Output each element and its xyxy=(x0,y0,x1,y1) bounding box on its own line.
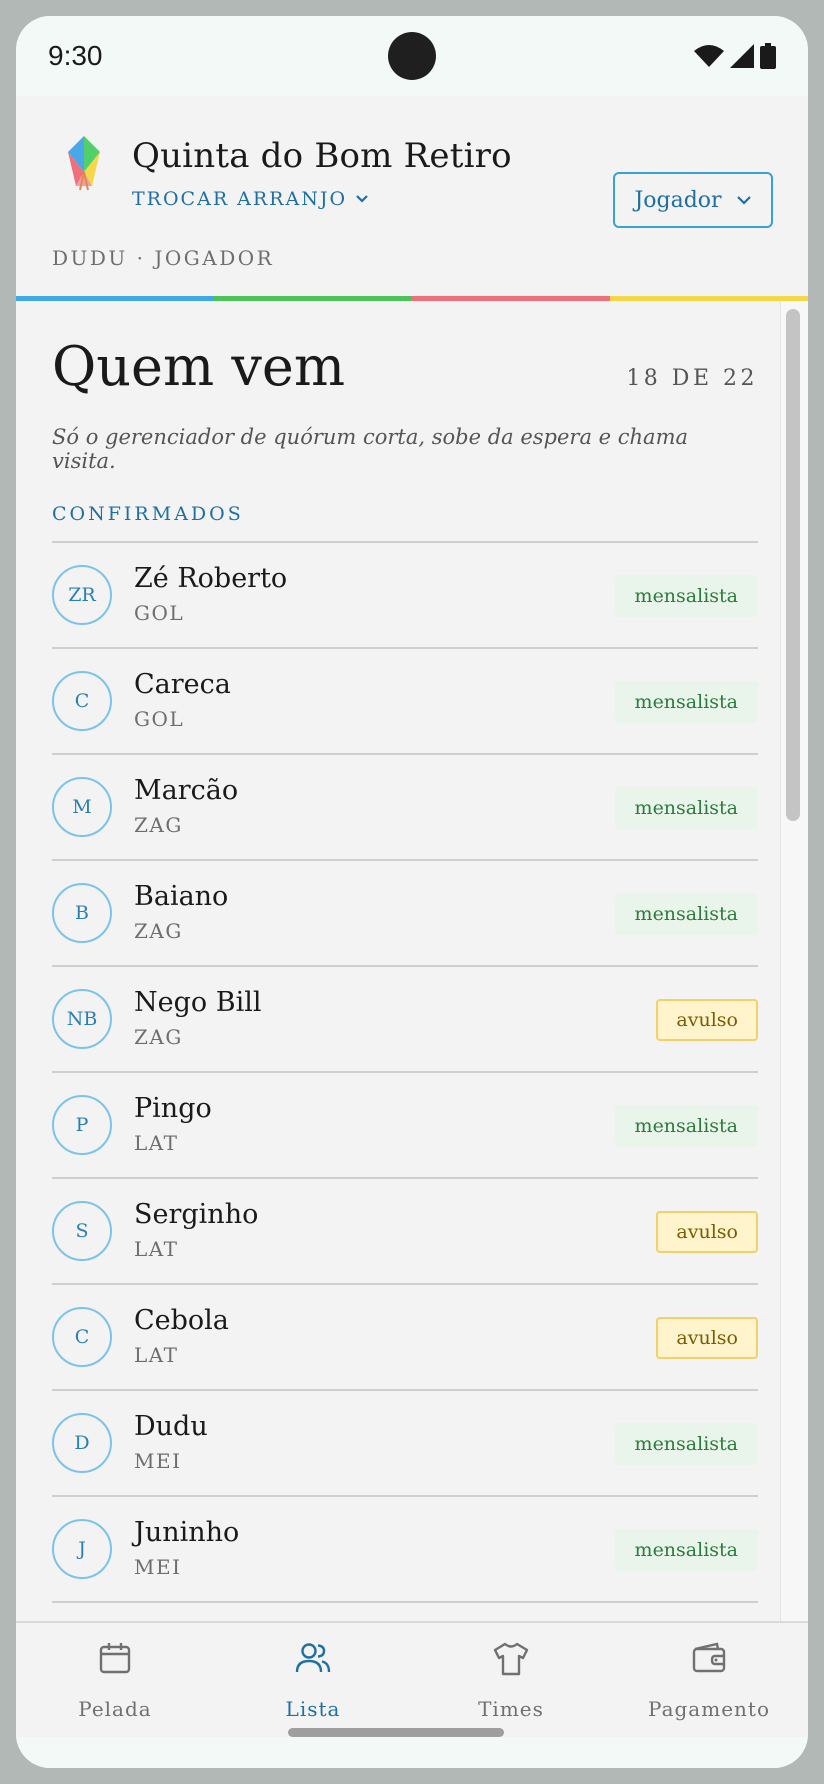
player-list-scroll-area[interactable]: Quem vem 18 DE 22 Só o gerenciador de qu… xyxy=(16,301,808,1621)
page-title: Quem vem xyxy=(52,335,346,398)
player-name: Zé Roberto xyxy=(134,563,288,594)
avatar: J xyxy=(52,1519,112,1579)
bottom-navigation: Pelada Lista Times Pagamento xyxy=(16,1621,808,1737)
scrollbar-track[interactable] xyxy=(780,301,808,1621)
player-name: Nego Bill xyxy=(134,987,262,1018)
shirt-icon xyxy=(493,1642,529,1676)
player-name: Baiano xyxy=(134,881,229,912)
status-bar: 9:30 xyxy=(16,16,808,96)
player-row[interactable]: S Serginho LAT avulso xyxy=(52,1179,758,1285)
player-name: Dudu xyxy=(134,1411,208,1442)
wifi-icon xyxy=(694,45,724,67)
section-label-confirmed: CONFIRMADOS xyxy=(52,503,244,525)
player-row[interactable]: J Juninho MEI mensalista xyxy=(52,1497,758,1603)
player-name: Pingo xyxy=(134,1093,212,1124)
player-position: MEI xyxy=(134,1449,182,1473)
nav-item-pagamento[interactable]: Pagamento xyxy=(610,1623,808,1737)
camera-cutout xyxy=(388,32,436,80)
player-row[interactable]: M Marcão ZAG mensalista xyxy=(52,755,758,861)
nav-label: Lista xyxy=(285,1697,341,1721)
membership-badge: mensalista xyxy=(614,1529,758,1571)
nav-item-lista[interactable]: Lista xyxy=(214,1623,412,1737)
player-row[interactable]: B Baiano ZAG mensalista xyxy=(52,861,758,967)
confirmed-count: 18 DE 22 xyxy=(626,366,758,391)
switch-arrangement-label: TROCAR ARRANJO xyxy=(132,188,348,210)
status-time: 9:30 xyxy=(48,40,103,71)
avatar: C xyxy=(52,671,112,731)
player-position: MEI xyxy=(134,1555,182,1579)
player-name: Careca xyxy=(134,669,231,700)
player-position: GOL xyxy=(134,707,185,731)
membership-badge: mensalista xyxy=(614,1105,758,1147)
avatar: D xyxy=(52,1413,112,1473)
avatar: B xyxy=(52,883,112,943)
gesture-area xyxy=(16,1737,808,1768)
player-name: Juninho xyxy=(134,1517,240,1548)
membership-badge: mensalista xyxy=(614,893,758,935)
player-name: Serginho xyxy=(134,1199,259,1230)
membership-badge: avulso xyxy=(656,1317,758,1359)
membership-badge: mensalista xyxy=(614,575,758,617)
avatar: ZR xyxy=(52,565,112,625)
scrollbar-thumb[interactable] xyxy=(786,309,800,821)
status-icons xyxy=(694,42,776,70)
wallet-icon xyxy=(692,1642,726,1673)
membership-badge: mensalista xyxy=(614,1423,758,1465)
confirmed-list: ZR Zé Roberto GOL mensalista C Careca GOL mensa… xyxy=(52,541,758,1603)
player-position: ZAG xyxy=(134,813,183,837)
avatar: M xyxy=(52,777,112,837)
chevron-down-icon xyxy=(356,195,368,203)
nav-label: Times xyxy=(478,1697,544,1721)
player-row[interactable]: C Careca GOL mensalista xyxy=(52,649,758,755)
player-row[interactable]: P Pingo LAT mensalista xyxy=(52,1073,758,1179)
page-subtitle: Só o gerenciador de quórum corta, sobe d… xyxy=(52,425,688,473)
membership-badge: mensalista xyxy=(614,787,758,829)
player-position: LAT xyxy=(134,1131,179,1155)
signal-icon xyxy=(730,44,754,68)
player-position: ZAG xyxy=(134,919,183,943)
kite-logo-icon xyxy=(68,136,100,191)
role-select-value: Jogador xyxy=(634,187,722,213)
player-position: ZAG xyxy=(134,1025,183,1049)
phone-screen: 9:30 Quinta do Bom Retiro TROCAR ARRANJO… xyxy=(16,16,808,1768)
app-title: Quinta do Bom Retiro xyxy=(132,136,512,176)
player-row[interactable]: ZR Zé Roberto GOL mensalista xyxy=(52,543,758,649)
current-user-label: DUDU · JOGADOR xyxy=(52,246,275,270)
nav-item-times[interactable]: Times xyxy=(412,1623,610,1737)
nav-item-pelada[interactable]: Pelada xyxy=(16,1623,214,1737)
avatar: NB xyxy=(52,989,112,1049)
app-header: Quinta do Bom Retiro TROCAR ARRANJO Joga… xyxy=(16,96,808,296)
player-row[interactable]: NB Nego Bill ZAG avulso xyxy=(52,967,758,1073)
role-select[interactable]: Jogador xyxy=(613,172,773,228)
users-icon xyxy=(295,1643,331,1673)
player-position: GOL xyxy=(134,601,185,625)
avatar: P xyxy=(52,1095,112,1155)
avatar: S xyxy=(52,1201,112,1261)
battery-icon xyxy=(760,43,776,69)
player-name: Marcão xyxy=(134,775,239,806)
home-indicator[interactable] xyxy=(288,1728,504,1737)
membership-badge: avulso xyxy=(656,999,758,1041)
nav-label: Pelada xyxy=(78,1697,152,1721)
membership-badge: mensalista xyxy=(614,681,758,723)
calendar-icon xyxy=(99,1643,131,1674)
player-row[interactable]: D Dudu MEI mensalista xyxy=(52,1391,758,1497)
chevron-down-icon xyxy=(736,196,751,205)
player-position: LAT xyxy=(134,1343,179,1367)
switch-arrangement-link[interactable]: TROCAR ARRANJO xyxy=(132,188,369,210)
player-name: Cebola xyxy=(134,1305,229,1336)
player-row[interactable]: C Cebola LAT avulso xyxy=(52,1285,758,1391)
avatar: C xyxy=(52,1307,112,1367)
membership-badge: avulso xyxy=(656,1211,758,1253)
player-position: LAT xyxy=(134,1237,179,1261)
nav-label: Pagamento xyxy=(648,1697,770,1721)
